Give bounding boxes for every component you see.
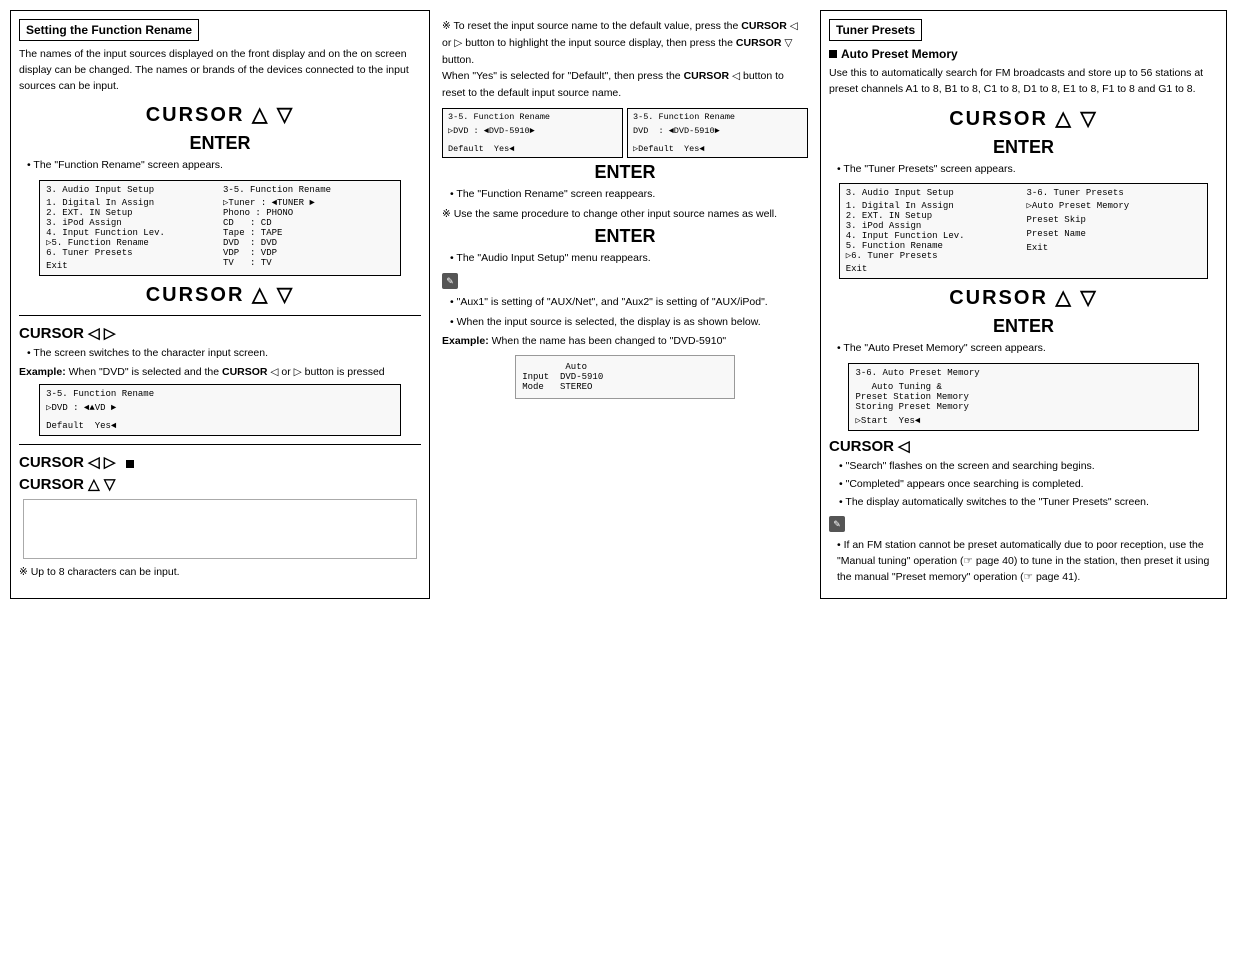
right-note1: If an FM station cannot be preset automa…	[837, 538, 1218, 585]
right-enter2: ENTER	[829, 316, 1218, 337]
left-divider1	[19, 315, 421, 316]
left-bullet3: The screen switches to the character inp…	[27, 346, 421, 362]
middle-enter2: ENTER	[442, 162, 808, 183]
right-screen2: 3-6. Auto Preset Memory Auto Tuning & Pr…	[848, 363, 1198, 431]
right-cursor3: CURSOR ◁	[829, 438, 910, 455]
right-auto-preset-body: Use this to automatically search for FM …	[829, 66, 1218, 98]
left-screen1-col2: 3-5. Function Rename ▷Tuner : ◄TUNER ► P…	[223, 185, 394, 271]
middle-example2-screen: Auto Input DVD-5910 Mode STEREO	[515, 355, 735, 399]
left-cursor3: CURSOR ◁ ▷	[19, 325, 115, 342]
middle-enter3: ENTER	[442, 226, 808, 247]
middle-asterisk2: ※ Use the same procedure to change other…	[442, 207, 808, 223]
middle-screen-right: 3-5. Function Rename DVD : ◄DVD-5910► ▷D…	[627, 108, 808, 158]
middle-panel: ※ To reset the input source name to the …	[430, 10, 820, 599]
left-screen1: 3. Audio Input Setup 1. Digital In Assig…	[39, 180, 401, 276]
left-cursor5: CURSOR △ ▽	[19, 476, 115, 493]
right-note-row: ✎	[829, 516, 1218, 532]
left-example-text: When "DVD" is selected and the CURSOR ◁ …	[69, 366, 385, 378]
right-note-icon: ✎	[829, 516, 845, 532]
left-cursor1: CURSOR △ ▽	[19, 102, 421, 127]
right-cursor1: CURSOR △ ▽	[829, 106, 1218, 131]
middle-screen-pair: 3-5. Function Rename ▷DVD : ◄DVD-5910► D…	[442, 108, 808, 158]
right-enter1: ENTER	[829, 137, 1218, 158]
middle-note-row: ✎	[442, 273, 808, 289]
right-bullet-r3-3: The display automatically switches to th…	[839, 495, 1218, 511]
left-screen1-col1: 3. Audio Input Setup 1. Digital In Assig…	[46, 185, 217, 271]
middle-asterisk1: ※ To reset the input source name to the …	[442, 18, 808, 102]
right-auto-preset-title: Auto Preset Memory	[829, 47, 1218, 61]
middle-example2-text: When the name has been changed to "DVD-5…	[492, 335, 727, 347]
left-section-title: Setting the Function Rename	[19, 19, 199, 41]
right-panel: Tuner Presets Auto Preset Memory Use thi…	[820, 10, 1227, 599]
right-cursor2: CURSOR △ ▽	[829, 285, 1218, 310]
left-screen2: 3-5. Function Rename ▷DVD : ◄▲VD ► Defau…	[39, 384, 401, 436]
middle-bullet-enter2: The "Function Rename" screen reappears.	[450, 187, 808, 203]
auto-preset-title-text: Auto Preset Memory	[841, 47, 958, 61]
right-bullet1: The "Tuner Presets" screen appears.	[837, 162, 1218, 178]
left-example-label: Example: When "DVD" is selected and the …	[19, 366, 421, 378]
left-note-footer: ※ Up to 8 characters can be input.	[19, 565, 421, 581]
right-bullet2: The "Auto Preset Memory" screen appears.	[837, 341, 1218, 357]
square-bullet-icon	[829, 50, 837, 58]
middle-example2-label: Example: When the name has been changed …	[442, 335, 808, 347]
middle-note1: "Aux1" is setting of "AUX/Net", and "Aux…	[450, 295, 808, 311]
middle-screen-left: 3-5. Function Rename ▷DVD : ◄DVD-5910► D…	[442, 108, 623, 158]
left-enter1: ENTER	[19, 133, 421, 154]
main-layout: Setting the Function Rename The names of…	[10, 10, 1227, 599]
right-bullet-r3-2: "Completed" appears once searching is co…	[839, 477, 1218, 493]
left-cursor2: CURSOR △ ▽	[19, 282, 421, 307]
left-body-text: The names of the input sources displayed…	[19, 47, 421, 94]
right-screen1: 3. Audio Input Setup 1. Digital In Assig…	[839, 183, 1209, 279]
right-bullet-r3-1: "Search" flashes on the screen and searc…	[839, 459, 1218, 475]
square-indicator	[126, 460, 134, 468]
right-section-title: Tuner Presets	[829, 19, 922, 41]
left-panel: Setting the Function Rename The names of…	[10, 10, 430, 599]
middle-note2: When the input source is selected, the d…	[450, 315, 808, 331]
middle-bullet-enter3: The "Audio Input Setup" menu reappears.	[450, 251, 808, 267]
right-screen1-col2: 3-6. Tuner Presets ▷Auto Preset Memory P…	[1027, 188, 1202, 274]
left-char-input-area	[23, 499, 417, 559]
left-divider2	[19, 444, 421, 445]
right-screen1-col1: 3. Audio Input Setup 1. Digital In Assig…	[846, 188, 1021, 274]
left-cursor4: CURSOR ◁ ▷	[19, 454, 115, 471]
middle-note-icon: ✎	[442, 273, 458, 289]
left-bullet1: The "Function Rename" screen appears.	[27, 158, 421, 174]
